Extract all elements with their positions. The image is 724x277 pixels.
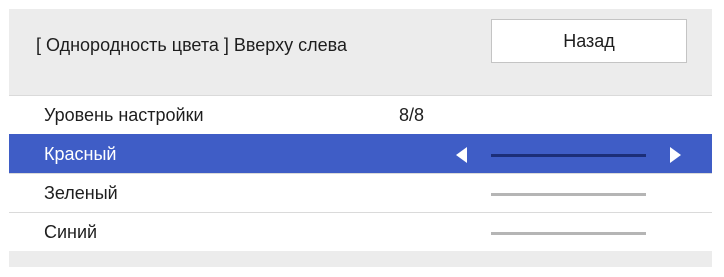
red-slider[interactable] xyxy=(491,154,646,157)
menu-item-adjustment-level[interactable]: Уровень настройки 8/8 xyxy=(9,95,712,134)
panel-header: [ Однородность цвета ] Вверху слева Наза… xyxy=(9,9,712,87)
color-uniformity-panel: [ Однородность цвета ] Вверху слева Наза… xyxy=(9,9,712,267)
green-label: Зеленый xyxy=(44,183,118,203)
menu-item-red[interactable]: Красный xyxy=(9,134,712,173)
menu-item-blue[interactable]: Синий xyxy=(9,212,712,251)
blue-label: Синий xyxy=(44,222,98,242)
adjustment-level-value: 8/8 xyxy=(399,105,425,125)
page-title: [ Однородность цвета ] Вверху слева xyxy=(36,35,347,55)
menu-item-green[interactable]: Зеленый xyxy=(9,173,712,212)
green-slider[interactable] xyxy=(491,193,646,196)
adjustment-level-label: Уровень настройки xyxy=(44,105,204,125)
left-triangle-icon[interactable] xyxy=(456,147,467,163)
blue-slider[interactable] xyxy=(491,232,646,235)
red-label: Красный xyxy=(44,144,117,164)
right-triangle-icon[interactable] xyxy=(670,147,681,163)
back-button[interactable]: Назад xyxy=(491,19,687,63)
